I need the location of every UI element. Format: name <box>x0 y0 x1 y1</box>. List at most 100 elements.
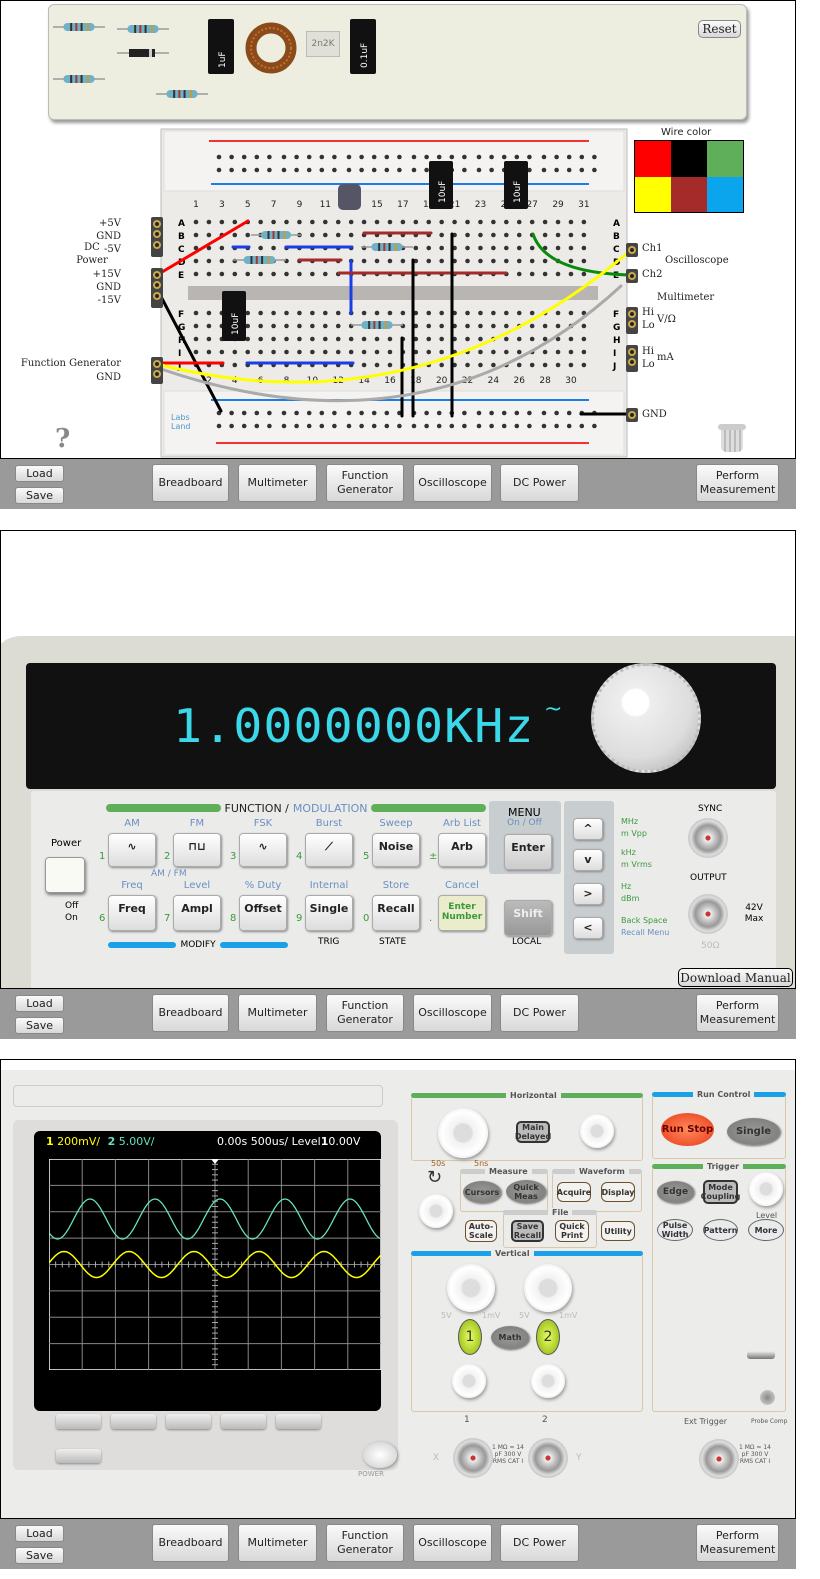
function-button-1[interactable]: ⊓⊔ <box>173 833 221 867</box>
modify-button-1[interactable]: Ampl <box>173 895 221 931</box>
oscilloscope-ch2-connector[interactable] <box>626 269 638 283</box>
oscilloscope-ch1-connector[interactable] <box>626 243 638 257</box>
acquire-button[interactable]: Acquire <box>557 1182 591 1202</box>
shift-button[interactable]: Shift <box>504 900 552 936</box>
sync-connector[interactable] <box>688 818 728 858</box>
modify-button-0[interactable]: Freq <box>108 895 156 931</box>
wire-color-swatch[interactable] <box>707 141 743 177</box>
pulse-width-button[interactable]: Pulse Width <box>657 1219 693 1241</box>
entry-knob[interactable] <box>419 1194 453 1228</box>
ch1-input-connector[interactable] <box>453 1438 493 1478</box>
pattern-button[interactable]: Pattern <box>703 1219 738 1241</box>
function-button-0[interactable]: ∿ <box>108 833 156 867</box>
softkey-1[interactable] <box>56 1414 101 1429</box>
menu-off-key[interactable] <box>56 1449 101 1463</box>
trash-icon[interactable] <box>718 421 746 453</box>
ext-trigger-input-connector[interactable] <box>699 1439 739 1479</box>
function-button-2[interactable]: ∿ <box>239 833 287 867</box>
probe-comp-terminal[interactable] <box>760 1390 775 1405</box>
horizontal-scale-knob[interactable] <box>438 1108 488 1158</box>
oscilloscope-button[interactable]: Oscilloscope <box>413 994 492 1032</box>
ground-terminal[interactable] <box>747 1351 775 1359</box>
ch1-button[interactable]: 1 <box>458 1319 482 1355</box>
multimeter-v-connector[interactable] <box>626 307 638 334</box>
rotary-knob[interactable] <box>591 663 701 773</box>
save-recall-button[interactable]: Save Recall <box>511 1220 544 1242</box>
breadboard-button[interactable]: Breadboard <box>152 994 229 1032</box>
gnd-connector[interactable] <box>626 408 638 422</box>
save-button[interactable]: Save <box>15 1017 64 1034</box>
oscilloscope-button[interactable]: Oscilloscope <box>413 464 492 502</box>
function-button-5[interactable]: Arb <box>438 833 486 867</box>
function-generator-button[interactable]: Function Generator <box>326 464 404 502</box>
breadboard-button[interactable]: Breadboard <box>152 464 229 502</box>
ch2-scale-knob[interactable] <box>524 1264 572 1312</box>
ch2-input-connector[interactable] <box>528 1438 568 1478</box>
save-button[interactable]: Save <box>15 1547 64 1564</box>
horizontal-position-knob[interactable] <box>580 1114 614 1148</box>
utility-button[interactable]: Utility <box>601 1221 635 1241</box>
trigger-level-knob[interactable] <box>749 1172 783 1206</box>
load-button[interactable]: Load <box>15 465 64 482</box>
modify-button-3[interactable]: Single <box>305 895 353 931</box>
perform-measurement-button[interactable]: Perform Measurement <box>696 994 779 1032</box>
single-button[interactable]: Single <box>727 1118 780 1145</box>
dc-power-button[interactable]: DC Power <box>500 994 579 1032</box>
ch1-scale-knob[interactable] <box>447 1264 495 1312</box>
math-button[interactable]: Math <box>491 1326 529 1349</box>
dc-power-5v-connector[interactable] <box>151 217 163 257</box>
more-button[interactable]: More <box>748 1219 784 1241</box>
download-manual-button[interactable]: Download Manual <box>678 968 793 987</box>
wire-color-swatch[interactable] <box>671 141 707 177</box>
load-button[interactable]: Load <box>15 995 64 1012</box>
main-delayed-button[interactable]: Main Delayed <box>515 1121 551 1143</box>
function-button-4[interactable]: Noise <box>372 833 420 867</box>
oscilloscope-button[interactable]: Oscilloscope <box>413 1524 492 1562</box>
multimeter-button[interactable]: Multimeter <box>238 464 317 502</box>
multimeter-button[interactable]: Multimeter <box>238 994 317 1032</box>
function-button-3[interactable]: ⟋ <box>305 833 353 867</box>
modify-button-5[interactable]: Enter Number <box>438 895 486 931</box>
softkey-5[interactable] <box>276 1414 321 1429</box>
wire-color-swatch[interactable] <box>635 141 671 177</box>
arrow-button-3[interactable]: < <box>573 917 603 939</box>
perform-measurement-button[interactable]: Perform Measurement <box>696 1524 779 1562</box>
wire-color-swatch[interactable] <box>635 176 671 212</box>
load-button[interactable]: Load <box>15 1525 64 1542</box>
wire-color-swatch[interactable] <box>671 176 707 212</box>
dc-power-button[interactable]: DC Power <box>500 1524 579 1562</box>
mode-coupling-button[interactable]: Mode Coupling <box>701 1180 740 1204</box>
cursors-button[interactable]: Cursors <box>463 1181 501 1203</box>
quick-meas-button[interactable]: Quick Meas <box>506 1180 546 1203</box>
arrow-button-1[interactable]: v <box>573 849 603 871</box>
function-generator-button[interactable]: Function Generator <box>326 994 404 1032</box>
help-icon[interactable]: ? <box>55 424 70 454</box>
softkey-3[interactable] <box>166 1414 211 1429</box>
auto-scale-button[interactable]: Auto-Scale <box>465 1220 497 1242</box>
multimeter-button[interactable]: Multimeter <box>238 1524 317 1562</box>
breadboard-button[interactable]: Breadboard <box>152 1524 229 1562</box>
power-button[interactable] <box>45 857 85 893</box>
ch2-button[interactable]: 2 <box>536 1319 560 1355</box>
multimeter-ma-connector[interactable] <box>626 345 638 372</box>
dc-power-button[interactable]: DC Power <box>500 464 579 502</box>
enter-button[interactable]: Enter <box>504 834 552 870</box>
softkey-4[interactable] <box>221 1414 266 1429</box>
function-generator-connector[interactable] <box>151 357 163 384</box>
wire-color-swatch[interactable] <box>707 176 743 212</box>
function-generator-button[interactable]: Function Generator <box>326 1524 404 1562</box>
quick-print-button[interactable]: Quick Print <box>555 1220 589 1242</box>
edge-button[interactable]: Edge <box>657 1181 694 1203</box>
arrow-button-2[interactable]: > <box>573 883 603 905</box>
save-button[interactable]: Save <box>15 487 64 504</box>
run-stop-button[interactable]: Run Stop <box>661 1113 714 1146</box>
scope-power-button[interactable] <box>363 1442 397 1468</box>
modify-button-4[interactable]: Recall <box>372 895 420 931</box>
softkey-2[interactable] <box>111 1414 156 1429</box>
dc-power-15v-connector[interactable] <box>151 268 163 308</box>
output-connector[interactable] <box>688 894 728 934</box>
modify-button-2[interactable]: Offset <box>239 895 287 931</box>
display-button[interactable]: Display <box>601 1182 635 1202</box>
ch1-position-knob[interactable] <box>452 1364 486 1398</box>
ch2-position-knob[interactable] <box>531 1364 565 1398</box>
